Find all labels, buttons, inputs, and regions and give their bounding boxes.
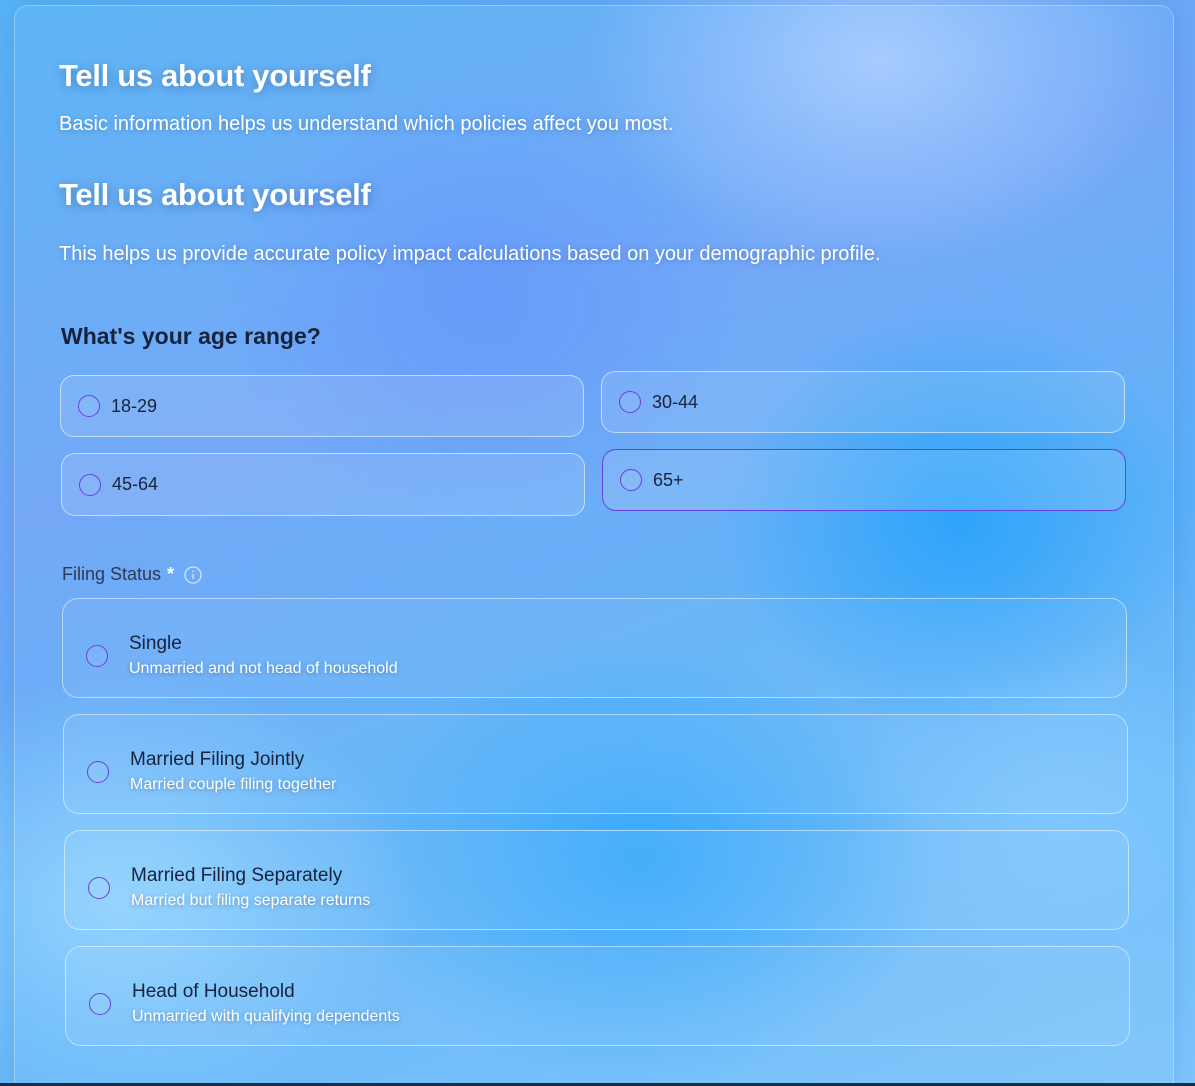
radio-circle-icon[interactable] xyxy=(86,645,108,667)
section-title: Tell us about yourself xyxy=(59,177,371,212)
filing-option-description: Unmarried and not head of household xyxy=(129,660,398,677)
page-title: Tell us about yourself xyxy=(59,58,371,93)
age-option-65-plus[interactable]: 65+ xyxy=(602,449,1126,511)
age-option-18-29[interactable]: 18-29 xyxy=(60,375,584,437)
radio-circle-icon[interactable] xyxy=(79,473,101,496)
filing-status-label-row: Filing Status * xyxy=(62,564,202,585)
radio-circle-icon[interactable] xyxy=(620,469,642,491)
age-option-label: 30-44 xyxy=(652,391,699,412)
age-option-label: 18-29 xyxy=(111,395,158,416)
filing-option-title: Married Filing Separately xyxy=(131,865,343,886)
filing-option-married-jointly[interactable]: Married Filing Jointly Married couple fi… xyxy=(63,714,1128,814)
required-marker: * xyxy=(167,564,175,584)
age-option-30-44[interactable]: 30-44 xyxy=(601,371,1125,433)
age-option-label: 65+ xyxy=(653,469,684,490)
filing-option-head-of-household[interactable]: Head of Household Unmarried with qualify… xyxy=(65,946,1130,1046)
filing-option-title: Head of Household xyxy=(132,981,295,1002)
age-option-label: 45-64 xyxy=(112,474,159,494)
page-subtitle: Basic information helps us understand wh… xyxy=(59,113,674,135)
filing-option-married-separately[interactable]: Married Filing Separately Married but fi… xyxy=(64,830,1129,930)
filing-option-description: Married but filing separate returns xyxy=(131,892,371,909)
age-option-45-64[interactable]: 45-64 xyxy=(61,453,585,516)
filing-option-description: Unmarried with qualifying dependents xyxy=(132,1008,400,1025)
filing-status-label: Filing Status xyxy=(62,564,162,584)
filing-option-title: Married Filing Jointly xyxy=(130,749,305,770)
radio-circle-icon[interactable] xyxy=(89,993,111,1015)
radio-circle-icon[interactable] xyxy=(88,877,110,899)
info-icon[interactable] xyxy=(184,565,202,584)
filing-option-description: Married couple filing together xyxy=(130,776,337,793)
section-subtitle: This helps us provide accurate policy im… xyxy=(59,243,881,265)
filing-option-title: Single xyxy=(129,633,182,654)
radio-circle-icon[interactable] xyxy=(87,761,109,783)
radio-circle-icon[interactable] xyxy=(78,395,100,417)
filing-option-single[interactable]: Single Unmarried and not head of househo… xyxy=(62,598,1127,698)
age-range-question: What's your age range? xyxy=(61,323,321,349)
radio-circle-icon[interactable] xyxy=(619,391,641,413)
